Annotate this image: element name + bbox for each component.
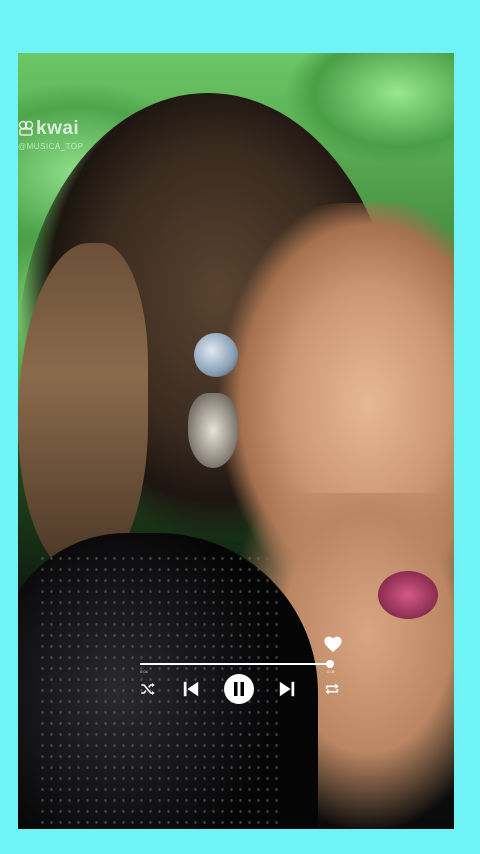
shuffle-button[interactable] [139,681,157,697]
progress-fill [140,663,331,665]
earbud-icon [194,333,238,377]
previous-button[interactable] [181,680,201,698]
earring-shape [188,393,238,468]
necklace-shape [378,571,438,619]
skip-previous-icon [183,681,199,697]
elapsed-time: 0:04 [140,669,148,674]
kwai-brand-text: kwai [36,118,80,139]
shuffle-icon [141,683,155,695]
total-time: 0:26 [327,669,335,674]
pause-icon [234,682,244,696]
video-frame[interactable]: kwai @MUSICA_TOP [18,53,454,829]
skip-next-icon [279,681,295,697]
pause-button[interactable] [224,674,254,704]
kwai-logo-icon [18,120,34,136]
repeat-icon [325,683,339,695]
kwai-watermark: kwai @MUSICA_TOP [18,118,83,151]
heart-icon[interactable] [323,635,343,653]
progress-bar[interactable] [140,660,335,668]
kwai-handle-text: @MUSICA_TOP [18,142,84,151]
next-button[interactable] [277,680,297,698]
repeat-button[interactable] [323,681,341,697]
